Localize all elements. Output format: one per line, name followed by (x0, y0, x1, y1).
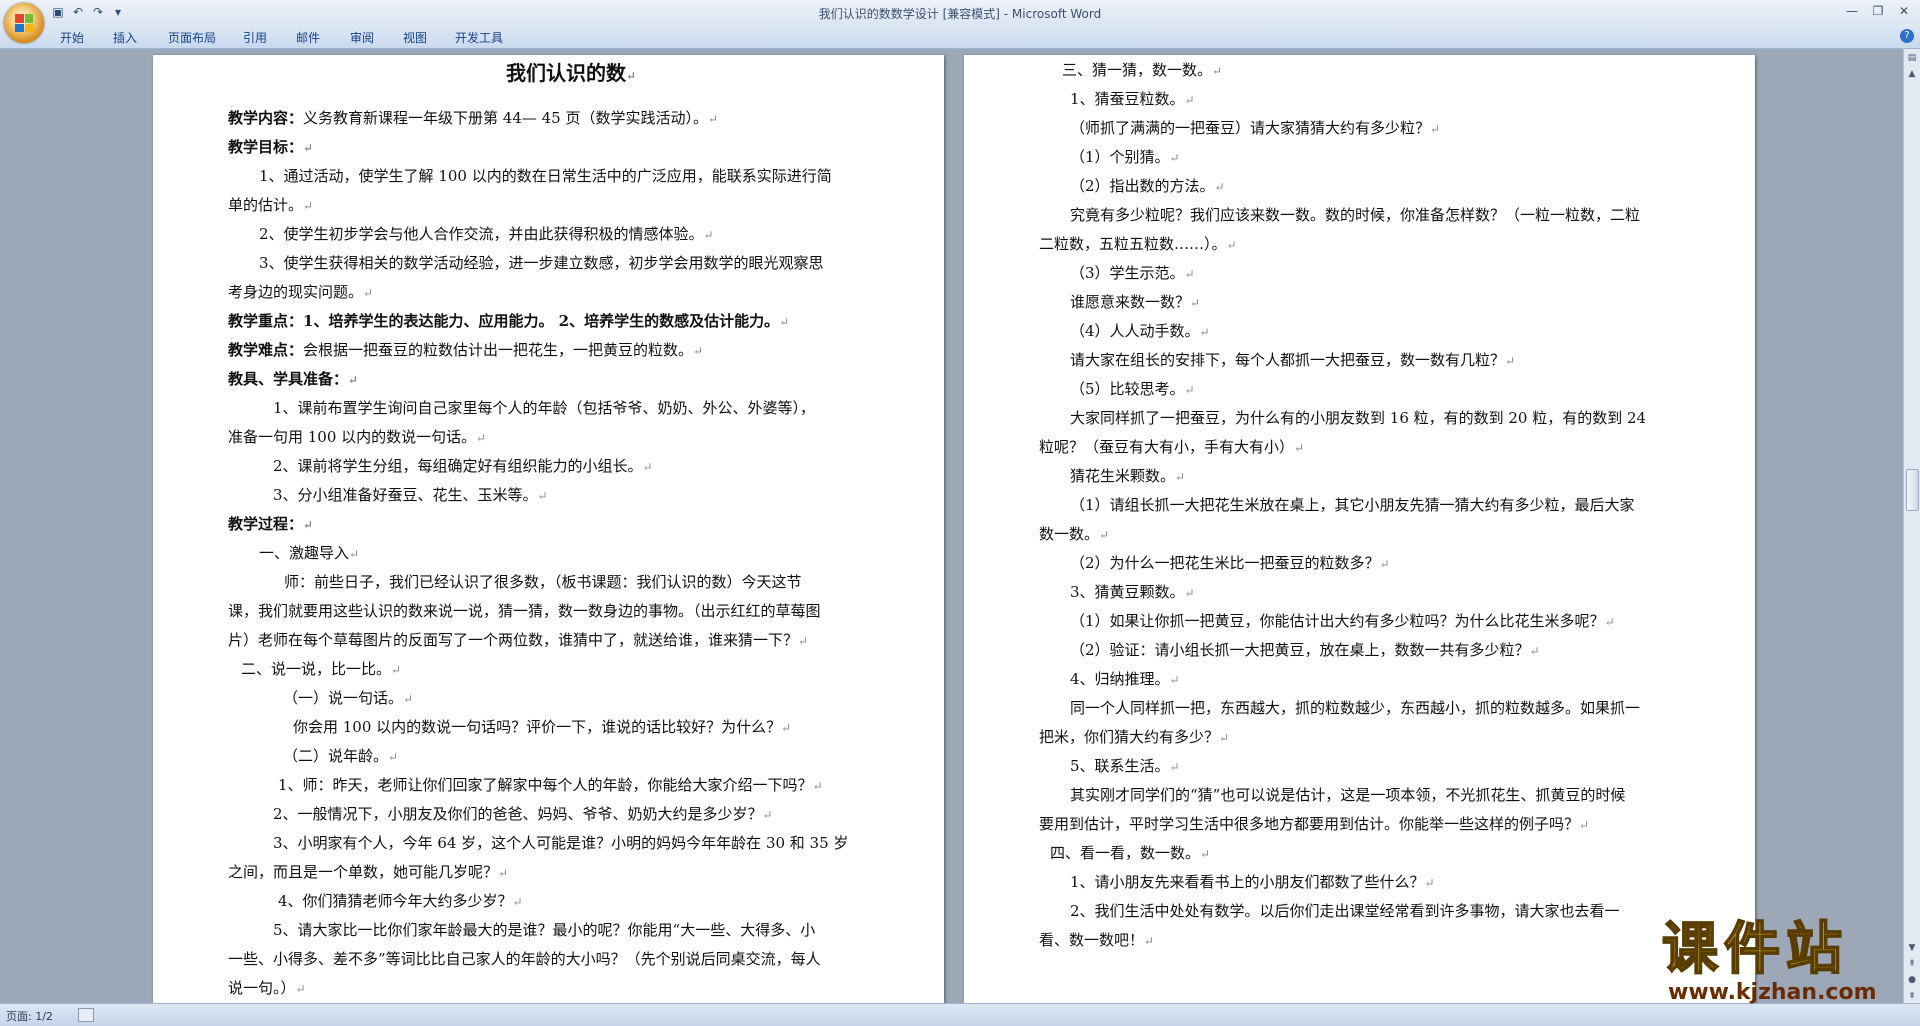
paragraph: （2）指出数的方法。↵ (1070, 177, 1225, 195)
paragraph: （一）说一句话。↵ (283, 689, 414, 707)
tab-review[interactable]: 审阅 (350, 29, 374, 46)
document-workspace: 我们认识的数↵ 教学内容：义务教育新课程一年级下册第 44— 45 页（数学实践… (0, 49, 1904, 1003)
paragraph: 1、师：昨天，老师让你们回家了解家中每个人的年龄，你能给大家介绍一下吗？↵ (278, 776, 823, 794)
vertical-scrollbar[interactable]: ▤ ▲ ▼ ⇞ ● ⇟ (1903, 49, 1920, 1003)
paragraph: 看、数一数吧！↵ (1039, 931, 1155, 949)
tab-developer[interactable]: 开发工具 (455, 29, 503, 46)
paragraph: （师抓了满满的一把蚕豆）请大家猜猜大约有多少粒？↵ (1070, 119, 1441, 137)
paragraph: 一些、小得多、差不多”等词比比自己家人的年龄的大小吗？（先个别说后同桌交流，每人 (228, 950, 821, 968)
scroll-down-icon[interactable]: ▼ (1905, 941, 1919, 955)
paragraph: 教学目标：↵ (228, 138, 314, 156)
next-page-icon[interactable]: ⇟ (1905, 989, 1919, 1003)
paragraph: （二）说年龄。↵ (283, 747, 399, 765)
paragraph: （1）个别猜。↵ (1070, 148, 1180, 166)
tab-view[interactable]: 视图 (403, 29, 427, 46)
ruler-toggle-icon[interactable]: ▤ (1905, 51, 1919, 65)
tab-page-layout[interactable]: 页面布局 (168, 29, 216, 46)
paragraph: 2、课前将学生分组，每组确定好有组织能力的小组长。↵ (273, 457, 653, 475)
document-title: 我们认识的数↵ (506, 61, 637, 85)
title-bar: ▣ ↶ ↷ ▾ 我们认识的数数学设计 [兼容模式] - Microsoft Wo… (0, 0, 1920, 24)
paragraph: 猜花生米颗数。↵ (1070, 467, 1186, 485)
paragraph: 2、使学生初步学会与他人合作交流，并由此获得积极的情感体验。↵ (259, 225, 714, 243)
watermark-url: www.kjzhan.com (1668, 980, 1877, 1005)
paragraph: 大家同样抓了一把蚕豆，为什么有的小朋友数到 16 粒，有的数到 20 粒，有的数… (1070, 409, 1647, 427)
paragraph: 教学难点：会根据一把蚕豆的粒数估计出一把花生，一把黄豆的粒数。↵ (228, 341, 704, 359)
paragraph: （4）人人动手数。↵ (1070, 322, 1210, 340)
paragraph: 粒呢？（蚕豆有大有小，手有大有小）↵ (1039, 438, 1305, 456)
close-button[interactable]: ✕ (1892, 2, 1916, 20)
site-watermark: 课件站 www.kjzhan.com (1661, 917, 1902, 1010)
maximize-button[interactable]: ❐ (1866, 2, 1890, 20)
paragraph: 数一数。↵ (1039, 525, 1110, 543)
paragraph: 四、看一看，数一数。↵ (1050, 844, 1211, 862)
window-title: 我们认识的数数学设计 [兼容模式] - Microsoft Word (818, 7, 1102, 21)
status-bar: 页面: 1/2 (0, 1003, 1920, 1026)
paragraph: 要用到估计，平时学习生活中很多地方都要用到估计。你能举一些这样的例子吗？↵ (1039, 815, 1590, 833)
paragraph: 谁愿意来数一数？↵ (1070, 293, 1201, 311)
paragraph: 1、通过活动，使学生了解 100 以内的数在日常生活中的广泛应用，能联系实际进行… (259, 167, 832, 185)
paragraph: 说一句。）↵ (228, 979, 306, 997)
paragraph: 课，我们就要用这些认识的数来说一说，猜一猜，数一数身边的事物。（出示红红的草莓图 (228, 602, 821, 620)
paragraph: 请大家在组长的安排下，每个人都抓一大把蚕豆，数一数有几粒？↵ (1070, 351, 1516, 369)
paragraph: 片）老师在每个草莓图片的反面写了一个两位数，谁猜中了，就送给谁，谁来猜一下？↵ (228, 631, 809, 649)
paragraph: 3、分小组准备好蚕豆、花生、玉米等。↵ (273, 486, 548, 504)
paragraph: （1）如果让你抓一把黄豆，你能估计出大约有多少粒吗？为什么比花生米多呢？↵ (1070, 612, 1615, 630)
page-indicator[interactable]: 页面: 1/2 (6, 1008, 53, 1024)
scroll-up-icon[interactable]: ▲ (1905, 67, 1919, 81)
paragraph: 教具、学具准备：↵ (228, 370, 359, 388)
document-page-1[interactable]: 我们认识的数↵ 教学内容：义务教育新课程一年级下册第 44— 45 页（数学实践… (153, 55, 944, 1003)
paragraph: 考身边的现实问题。↵ (228, 283, 374, 301)
document-page-2[interactable]: 三、猜一猜，数一数。↵ 1、猜蚕豆粒数。↵ （师抓了满满的一把蚕豆）请大家猜猜大… (964, 55, 1755, 1003)
paragraph: 把米，你们猜大约有多少？↵ (1039, 728, 1230, 746)
paragraph: 一、激趣导入↵ (259, 544, 360, 562)
browse-object-icon[interactable]: ● (1905, 973, 1919, 987)
paragraph: 1、猜蚕豆粒数。↵ (1070, 90, 1195, 108)
paragraph: 准备一句用 100 以内的数说一句话。↵ (228, 428, 487, 446)
office-logo-icon (15, 14, 33, 32)
paragraph: 究竟有多少粒呢？我们应该来数一数。数的时候，你准备怎样数？（一粒一粒数，二粒 (1070, 206, 1641, 224)
paragraph: 2、我们生活中处处有数学。以后你们走出课堂经常看到许多事物，请大家也去看一 (1070, 902, 1620, 920)
paragraph: 3、小明家有个人，今年 64 岁，这个人可能是谁？小明的妈妈今年年龄在 30 和… (273, 834, 849, 852)
paragraph: 教学过程：↵ (228, 515, 314, 533)
paragraph: 二粒数，五粒五粒数……）。↵ (1039, 235, 1237, 253)
paragraph: 4、归纳推理。↵ (1070, 670, 1180, 688)
watermark-brand: 课件站 (1661, 917, 1848, 982)
paragraph: 教学重点：1、培养学生的表达能力、应用能力。 2、培养学生的数感及估计能力。↵ (228, 312, 790, 330)
paragraph: 5、请大家比一比你们家年龄最大的是谁？最小的呢？你能用“大一些、大得多、小 (273, 921, 816, 939)
tab-insert[interactable]: 插入 (113, 29, 137, 46)
tab-references[interactable]: 引用 (243, 29, 267, 46)
paragraph: 师：前些日子，我们已经认识了很多数，（板书课题：我们认识的数）今天这节 (284, 573, 802, 591)
tab-home[interactable]: 开始 (60, 29, 84, 46)
paragraph: 单的估计。↵ (228, 196, 314, 214)
ribbon-tab-bar: 开始 插入 页面布局 引用 邮件 审阅 视图 开发工具 ? (0, 24, 1920, 49)
paragraph: （3）学生示范。↵ (1070, 264, 1195, 282)
paragraph: 其实刚才同学们的“猜”也可以说是估计，这是一项本领，不光抓花生、抓黄豆的时候 (1070, 786, 1626, 804)
tab-mailings[interactable]: 邮件 (296, 29, 320, 46)
office-button[interactable] (4, 3, 44, 43)
paragraph: 3、猜黄豆颗数。↵ (1070, 583, 1195, 601)
paragraph: 教学内容：义务教育新课程一年级下册第 44— 45 页（数学实践活动）。↵ (228, 109, 719, 127)
paragraph: 3、使学生获得相关的数学活动经验，进一步建立数感，初步学会用数学的眼光观察思 (259, 254, 824, 272)
paragraph: （2）为什么一把花生米比一把蚕豆的粒数多？↵ (1070, 554, 1390, 572)
paragraph: 1、课前布置学生询问自己家里每个人的年龄（包括爷爷、奶奶、外公、外婆等）， (273, 399, 816, 417)
previous-page-icon[interactable]: ⇞ (1905, 957, 1919, 971)
paragraph: 二、说一说，比一比。↵ (241, 660, 402, 678)
proofing-icon[interactable] (78, 1008, 94, 1022)
paragraph: （1）请组长抓一大把花生米放在桌上，其它小朋友先猜一猜大约有多少粒，最后大家 (1070, 496, 1635, 514)
paragraph: （5）比较思考。↵ (1070, 380, 1195, 398)
minimize-button[interactable]: — (1840, 2, 1864, 20)
paragraph: 之间，而且是一个单数，她可能几岁呢？↵ (228, 863, 509, 881)
paragraph: 1、请小朋友先来看看书上的小朋友们都数了些什么？↵ (1070, 873, 1435, 891)
paragraph: 2、一般情况下，小朋友及你们的爸爸、妈妈、爷爷、奶奶大约是多少岁？↵ (273, 805, 773, 823)
help-icon[interactable]: ? (1900, 29, 1914, 43)
paragraph: （2）验证：请小组长抓一大把黄豆，放在桌上，数数一共有多少粒？↵ (1070, 641, 1540, 659)
paragraph: 同一个人同样抓一把，东西越大，抓的粒数越少，东西越小，抓的粒数越多。如果抓一 (1070, 699, 1641, 717)
paragraph: 5、联系生活。↵ (1070, 757, 1180, 775)
paragraph: 三、猜一猜，数一数。↵ (1062, 61, 1223, 79)
paragraph: 4、你们猜猜老师今年大约多少岁？↵ (278, 892, 523, 910)
paragraph: 你会用 100 以内的数说一句话吗？评价一下，谁说的话比较好？为什么？↵ (293, 718, 792, 736)
scroll-thumb[interactable] (1906, 469, 1919, 511)
